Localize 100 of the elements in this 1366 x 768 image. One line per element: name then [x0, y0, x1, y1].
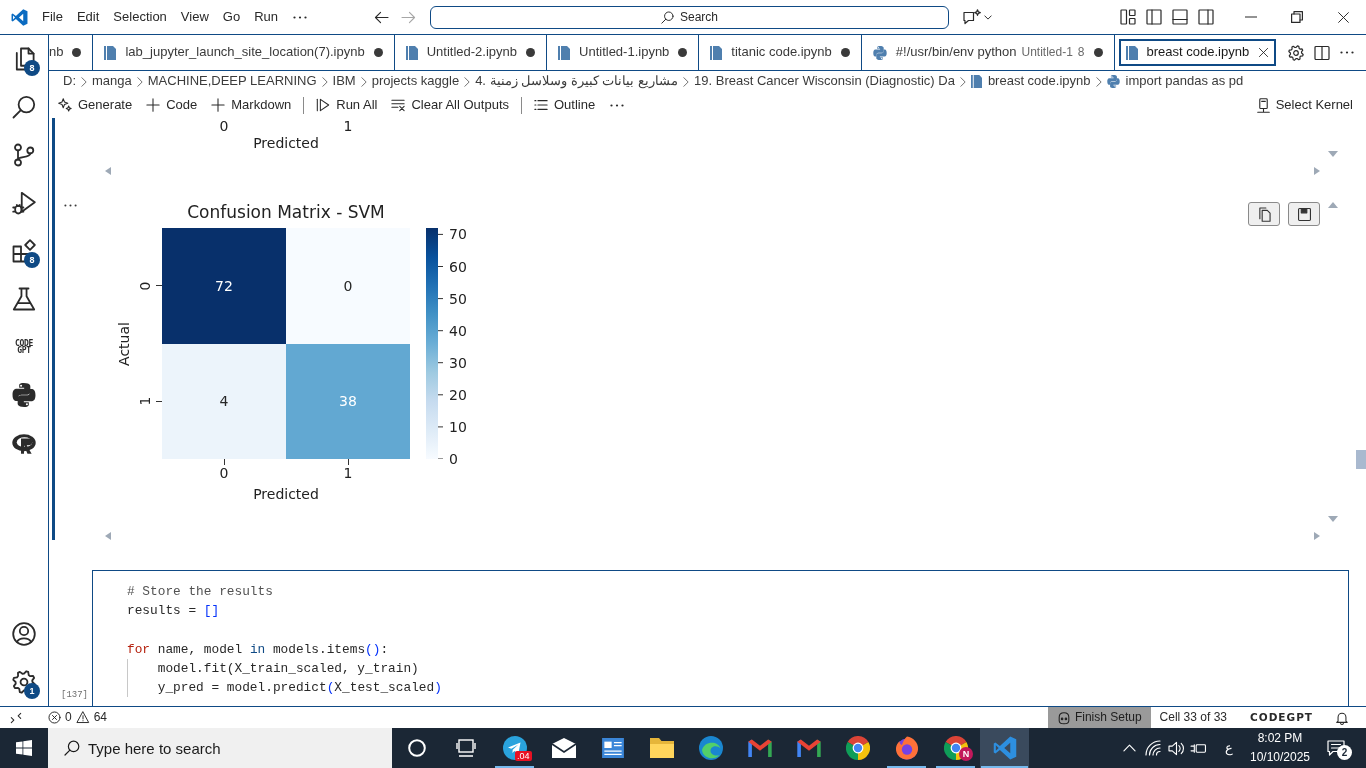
battery-plug-icon[interactable] [1189, 741, 1207, 755]
breadcrumb-item[interactable]: import pandas as pd [1106, 73, 1244, 90]
status-item[interactable]: Cell 33 of 33 [1150, 707, 1236, 728]
account-icon[interactable] [12, 622, 36, 646]
warning-count[interactable]: 64 [93, 710, 108, 725]
notebook-icon [970, 75, 982, 88]
tab[interactable]: nb [49, 35, 94, 70]
menu-item[interactable]: Selection [106, 7, 174, 27]
modified-dot-icon[interactable] [678, 48, 688, 57]
save-icon [1297, 207, 1311, 221]
tick-label: 1 [343, 118, 353, 134]
error-count[interactable]: 0 [65, 710, 72, 725]
toolbar-button[interactable]: Generate [51, 95, 140, 115]
clock-date[interactable]: 10/10/2025 [1249, 748, 1311, 767]
m-logo-icon [747, 739, 772, 757]
blocks-icon[interactable] [12, 239, 36, 263]
kernel-button[interactable]: Select Kernel [1249, 95, 1360, 115]
heatmap-cell: 4 [162, 343, 286, 459]
menu-item[interactable]: Go [215, 7, 248, 27]
language-indicator[interactable]: ع [1225, 739, 1233, 757]
more-icon[interactable] [1340, 51, 1354, 54]
tab-description: Untitled-1 [1021, 45, 1073, 60]
volume-icon[interactable] [1167, 740, 1185, 756]
sidebar-right-icon[interactable] [1198, 9, 1214, 25]
snake-logo-icon [872, 45, 887, 60]
play-bug-icon[interactable] [12, 191, 36, 215]
settings-icon[interactable] [1288, 44, 1304, 61]
toolbar-button[interactable]: Clear All Outputs [384, 95, 516, 115]
robot-face-icon [1056, 710, 1071, 725]
status-item[interactable]: Finish Setup [1047, 707, 1151, 728]
remote-icon[interactable] [10, 711, 22, 724]
taskbar-button[interactable]: N [931, 728, 980, 768]
more-icon[interactable] [293, 15, 307, 19]
start-icon[interactable] [16, 740, 32, 756]
ribbon-logo-icon [992, 736, 1017, 760]
folder-icon [649, 738, 674, 758]
count-badge: 8 [24, 60, 40, 76]
layout-grid-icon[interactable] [1120, 9, 1136, 25]
back-arrow-icon[interactable] [374, 10, 389, 24]
toolbar-button[interactable]: Code [139, 95, 205, 115]
scrollbar-thumb[interactable] [1356, 450, 1366, 469]
modified-dot-icon[interactable] [526, 48, 535, 57]
modified-dot-icon[interactable] [840, 48, 850, 57]
chevron-up-icon[interactable] [1122, 744, 1136, 752]
breadcrumb-item[interactable]: projects kaggle [371, 73, 460, 90]
save-button[interactable] [1288, 202, 1320, 226]
menu-item[interactable]: Run [247, 7, 285, 27]
menu-item[interactable]: View [173, 7, 216, 27]
close-icon[interactable] [1336, 10, 1350, 24]
taskbar-button[interactable]: .04 [490, 728, 539, 768]
axis-tick [347, 459, 349, 465]
breadcrumb-item[interactable]: breast code.ipynb [970, 73, 1091, 90]
notebook-icon [710, 45, 723, 60]
more-icon[interactable] [64, 204, 77, 207]
sidebar-left-icon[interactable] [1146, 9, 1162, 25]
breadcrumb-item[interactable]: manga [92, 73, 132, 90]
search-icon[interactable] [12, 95, 36, 119]
bell-icon[interactable] [1335, 710, 1349, 725]
tick-label: 0 [449, 451, 458, 467]
split-editor-icon[interactable] [1314, 44, 1330, 61]
copy-button[interactable] [1248, 202, 1280, 226]
modified-dot-icon[interactable] [1093, 48, 1103, 57]
snake-logo-icon [1106, 75, 1120, 88]
breadcrumb-item[interactable]: 19. Breast Cancer Wisconsin (Diagnostic) Da [694, 73, 955, 90]
problem-count: 8 [1077, 45, 1085, 60]
list-icon [534, 98, 548, 112]
menu-item[interactable]: Edit [69, 7, 107, 27]
notification-icon[interactable] [1327, 740, 1345, 756]
envelope-icon [551, 738, 576, 758]
breadcrumb-item[interactable]: IBM [332, 73, 356, 90]
toolbar-button[interactable]: Run All [309, 95, 385, 115]
heatmap-cell: 38 [286, 343, 410, 459]
breadcrumb-item[interactable]: MACHINE,DEEP LEARNING [147, 73, 317, 90]
toolbar-button[interactable]: Outline [527, 95, 603, 115]
ring-logo-icon[interactable] [12, 432, 36, 454]
more-icon[interactable] [610, 103, 625, 107]
toolbar-button[interactable]: Markdown [204, 95, 299, 115]
snake-logo-icon[interactable] [12, 383, 36, 407]
branch-icon[interactable] [12, 143, 36, 167]
search-box[interactable]: Search [430, 5, 949, 29]
modified-dot-icon[interactable] [373, 48, 383, 57]
settings-icon[interactable] [12, 670, 36, 694]
modified-dot-icon[interactable] [72, 48, 82, 57]
restore-icon[interactable] [1291, 11, 1303, 23]
ribbon-logo-icon[interactable] [11, 8, 28, 26]
breadcrumb-item[interactable]: D: [63, 73, 76, 90]
close-icon[interactable] [1258, 47, 1270, 58]
menu-item[interactable]: File [35, 7, 70, 27]
logo-text[interactable]: CODEGPT [1236, 707, 1327, 728]
panel-bottom-icon[interactable] [1172, 9, 1188, 25]
chat-sparkle-icon[interactable] [963, 9, 981, 25]
wifi-icon[interactable] [1145, 740, 1161, 756]
chevron-down-icon[interactable] [984, 14, 992, 20]
code-cell[interactable]: # Store the results results = [] for name, model in models.items(): model.fit(X_train_scaled, y_train) y_pred = model.predict(X_test_scaled) [92, 570, 1349, 706]
logo-text[interactable]: CODE GPT [11, 340, 37, 354]
breadcrumb-item[interactable]: 4. مشاريع بيانات كبيرة وسلاسل زمنية [475, 73, 679, 90]
axis-tick [223, 459, 225, 465]
flask-icon[interactable] [12, 287, 36, 311]
clock-time[interactable]: 8:02 PM [1257, 729, 1303, 748]
search-field[interactable]: Type here to search [48, 728, 392, 768]
